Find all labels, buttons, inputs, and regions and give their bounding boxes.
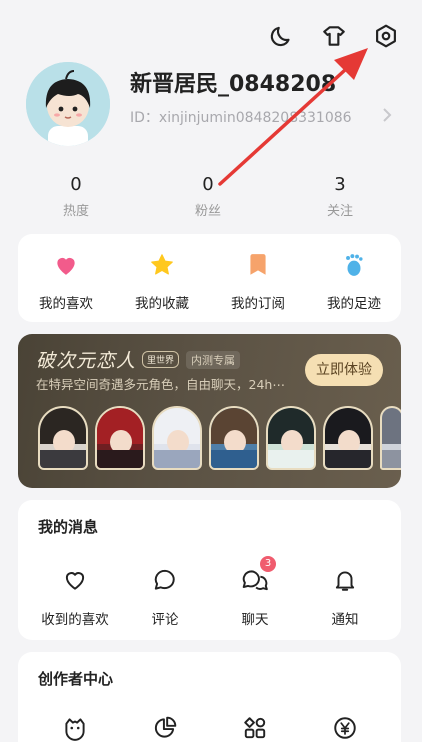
character-card[interactable]: [209, 406, 259, 470]
stat-heat[interactable]: 0 热度: [31, 174, 121, 219]
bookmark-icon: [210, 250, 306, 280]
character-card[interactable]: [38, 406, 88, 470]
message-item-label: 收到的喜欢: [41, 612, 109, 628]
apps-icon: [210, 714, 300, 742]
settings-icon[interactable]: [372, 22, 400, 50]
stat-value: 3: [334, 174, 346, 195]
creator-item[interactable]: [300, 714, 390, 742]
try-now-button[interactable]: 立即体验: [305, 354, 383, 386]
stat-label: 粉丝: [194, 204, 221, 219]
character-card[interactable]: [380, 406, 401, 470]
moon-icon[interactable]: [268, 22, 296, 50]
quick-item-likes[interactable]: 我的喜欢: [18, 250, 114, 312]
creator-item[interactable]: [210, 714, 300, 742]
mascot-icon: [30, 714, 120, 742]
avatar[interactable]: [26, 62, 110, 146]
message-item-label: 聊天: [241, 612, 269, 628]
stats-row: 0 热度 0 粉丝 3 关注: [0, 174, 422, 224]
top-toolbar: [268, 22, 400, 50]
stat-following[interactable]: 3 关注: [295, 174, 385, 219]
banner-title: 破次元恋人: [36, 350, 137, 372]
message-item-chat[interactable]: 3 聊天: [210, 556, 300, 628]
star-icon: [114, 250, 210, 280]
banner-tag: 里世界: [142, 351, 180, 368]
quick-item-label: 我的收藏: [135, 296, 189, 312]
user-id[interactable]: ID：xinjinjumin0848208331086: [130, 107, 352, 127]
yuan-icon: [300, 714, 390, 742]
message-item-label: 评论: [151, 612, 179, 628]
message-item-likes-received[interactable]: 收到的喜欢: [30, 566, 120, 628]
message-item-comments[interactable]: 评论: [120, 566, 210, 628]
quick-actions-card: 我的喜欢 我的收藏 我的订阅 我的足迹: [18, 234, 401, 322]
character-card[interactable]: [266, 406, 316, 470]
stat-value: 0: [70, 174, 82, 195]
quick-item-subscriptions[interactable]: 我的订阅: [210, 250, 306, 312]
footprint-icon: [306, 250, 402, 280]
pie-chart-icon: [120, 714, 210, 742]
chat-icon: 3: [210, 556, 300, 594]
messages-title: 我的消息: [38, 518, 99, 536]
creator-item[interactable]: [120, 714, 210, 742]
profile-page: 新晋居民_0848208 ID：xinjinjumin0848208331086…: [0, 0, 422, 742]
quick-item-label: 我的喜欢: [39, 296, 93, 312]
quick-item-label: 我的订阅: [231, 296, 285, 312]
creator-center-title: 创作者中心: [38, 670, 114, 688]
messages-card: 我的消息 收到的喜欢 评论 3 聊天 通知: [18, 500, 401, 640]
shirt-icon[interactable]: [320, 22, 348, 50]
unread-badge: 3: [260, 556, 276, 572]
heart-outline-icon: [30, 566, 120, 594]
quick-item-footprints[interactable]: 我的足迹: [306, 250, 402, 312]
stat-label: 关注: [326, 204, 353, 219]
creator-center-card: 创作者中心: [18, 652, 401, 742]
heart-icon: [18, 250, 114, 280]
character-card[interactable]: [323, 406, 373, 470]
message-item-label: 通知: [331, 612, 359, 628]
bell-icon: [300, 566, 390, 594]
quick-item-label: 我的足迹: [327, 296, 381, 312]
stat-value: 0: [202, 174, 214, 195]
banner-beta-tag: 内测专属: [186, 351, 240, 369]
stat-fans[interactable]: 0 粉丝: [163, 174, 253, 219]
promo-banner[interactable]: 破次元恋人 里世界 内测专属 在特异空间奇遇多元角色，自由聊天，24h⋯ 立即体…: [18, 334, 401, 488]
stat-label: 热度: [62, 204, 89, 219]
character-gallery: [34, 406, 401, 472]
comment-icon: [120, 566, 210, 594]
banner-subtitle: 在特异空间奇遇多元角色，自由聊天，24h⋯: [36, 377, 285, 392]
chevron-right-icon[interactable]: [380, 106, 394, 124]
quick-item-favorites[interactable]: 我的收藏: [114, 250, 210, 312]
character-card[interactable]: [152, 406, 202, 470]
username: 新晋居民_0848208: [130, 72, 337, 97]
creator-item[interactable]: [30, 714, 120, 742]
character-card[interactable]: [95, 406, 145, 470]
message-item-notifications[interactable]: 通知: [300, 566, 390, 628]
